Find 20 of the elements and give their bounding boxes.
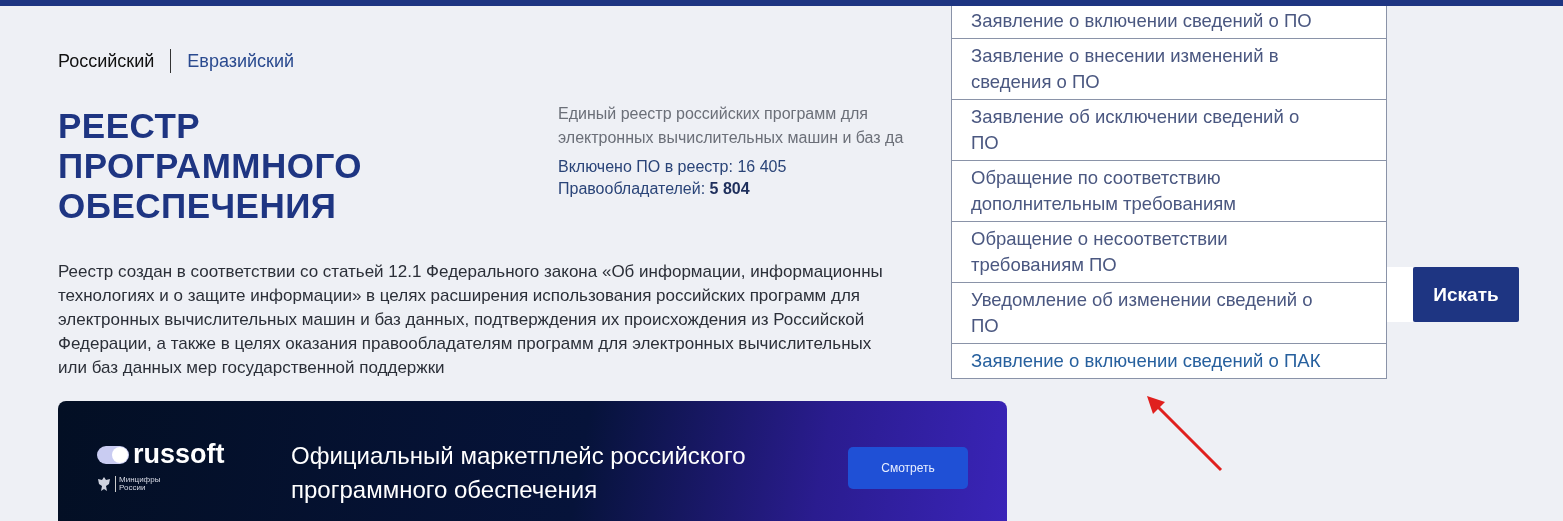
banner-headline: Официальный маркетплейс российского программного обеспечения: [291, 441, 747, 505]
dropdown-item[interactable]: Заявление о включении сведений о ПО: [952, 6, 1386, 38]
registry-about-text: Реестр создан в соответствии со статьей 12.1 Федерального закона «Об информации, информационны технологиях и о защите информации» в целях расширения использования российских программ для электронных вычислительных машин и баз данных, подтверждения их происхождения из Российской Федерации, а также в целях оказания правообладателям программ для электронных вычислительных или баз данных мер государственной поддержки: [58, 261, 883, 379]
dropdown-item[interactable]: Уведомление об изменении сведений о ПО: [952, 282, 1386, 343]
search-button[interactable]: Искать: [1413, 267, 1519, 322]
emblem-icon: [97, 476, 111, 492]
view-button[interactable]: Смотреть: [848, 447, 968, 489]
registry-tab[interactable]: Евразийский: [171, 50, 311, 72]
russoft-logo: russoft: [133, 439, 225, 470]
dropdown-item[interactable]: Заявление о включении сведений о ПАК: [952, 343, 1386, 378]
dropdown-item[interactable]: Обращение о несоответствии требованиям ПО: [952, 221, 1386, 282]
dropdown-item[interactable]: Заявление об исключении сведений о ПО: [952, 99, 1386, 160]
registry-tab[interactable]: Российский: [58, 50, 171, 72]
registry-stat: Включено ПО в реестр: 16 405: [558, 157, 788, 177]
toggle-icon: [97, 445, 129, 464]
dropdown-item[interactable]: Обращение по соответствию дополнительным требованиям: [952, 160, 1386, 221]
ministry-label: Минцифры России: [115, 476, 161, 492]
dropdown-item[interactable]: Заявление о внесении изменений в сведения о ПО: [952, 38, 1386, 99]
registry-stat: Правообладателей: 5 804: [558, 179, 751, 199]
page-title: РЕЕСТР ПРОГРАММНОГО ОБЕСПЕЧЕНИЯ: [58, 105, 364, 226]
